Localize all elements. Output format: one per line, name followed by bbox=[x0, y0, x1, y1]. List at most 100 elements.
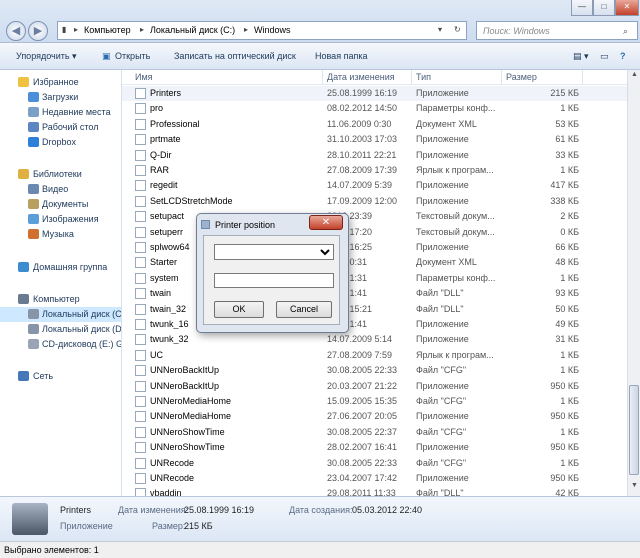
ok-button[interactable]: OK bbox=[214, 301, 264, 318]
file-row[interactable]: vbaddin 29.08.2011 11:33 Файл "DLL" 42 КБ bbox=[122, 486, 627, 496]
back-button[interactable]: ◀ bbox=[6, 21, 26, 41]
nav-item[interactable]: Локальный диск (C:) bbox=[0, 307, 121, 322]
file-type: Текстовый докум... bbox=[416, 226, 495, 237]
file-row[interactable]: pro 08.02.2012 14:50 Параметры конф... 1 КБ bbox=[122, 101, 627, 116]
file-row[interactable]: UNNeroMediaHome 27.06.2007 20:05 Приложени… bbox=[122, 409, 627, 424]
nav-item[interactable]: CD-дисковод (E:) GR bbox=[0, 337, 121, 352]
file-name: regedit bbox=[150, 180, 178, 191]
nav-item[interactable]: Документы bbox=[0, 197, 121, 212]
file-row[interactable]: UNRecode 23.04.2007 17:42 Приложение 950 КБ bbox=[122, 471, 627, 486]
file-row[interactable]: UNRecode 30.08.2005 22:33 Файл "CFG" 1 КБ bbox=[122, 456, 627, 471]
file-row[interactable]: regedit 14.07.2009 5:39 Приложение 417 КБ bbox=[122, 178, 627, 193]
file-type: Документ XML bbox=[416, 257, 477, 268]
refresh-icon[interactable]: ↻ bbox=[454, 25, 461, 34]
help-icon[interactable]: ? bbox=[620, 51, 626, 61]
column-divider[interactable] bbox=[411, 70, 412, 84]
file-icon bbox=[135, 257, 146, 269]
view-options-icon[interactable]: ▤ ▾ bbox=[573, 51, 589, 62]
file-row[interactable]: Q-Dir 28.10.2011 22:21 Приложение 33 КБ bbox=[122, 148, 627, 163]
column-divider[interactable] bbox=[501, 70, 502, 84]
nav-item[interactable]: Изображения bbox=[0, 212, 121, 227]
search-input[interactable]: Поиск: Windows ⌕ bbox=[476, 21, 638, 40]
file-row[interactable]: RAR 27.08.2009 17:39 Ярлык к програм... 1 К… bbox=[122, 163, 627, 178]
address-bar-area: — □ ✕ ◀ ▶ ▮ ▸ Компьютер ▸ Локальный диск… bbox=[0, 0, 640, 43]
file-type: Приложение bbox=[416, 88, 469, 98]
cancel-button[interactable]: Cancel bbox=[276, 301, 332, 318]
details-file-name: Printers bbox=[60, 505, 92, 515]
nav-item[interactable]: Домашняя группа bbox=[0, 260, 121, 275]
breadcrumb-drive[interactable]: Локальный диск (C:) bbox=[150, 25, 235, 35]
column-header-date[interactable]: Дата изменения bbox=[327, 72, 395, 82]
file-type: Параметры конф... bbox=[416, 103, 496, 114]
column-header-size[interactable]: Размер bbox=[506, 72, 537, 82]
file-size: 42 КБ bbox=[555, 488, 579, 496]
column-header-name[interactable]: Имя bbox=[135, 72, 153, 82]
nav-item[interactable]: Локальный диск (D:) bbox=[0, 322, 121, 337]
open-button[interactable]: Открыть bbox=[115, 51, 150, 61]
file-type: Параметры конф... bbox=[416, 272, 496, 283]
preview-pane-icon[interactable]: ▭ bbox=[600, 51, 609, 62]
nav-item[interactable]: Компьютер bbox=[0, 292, 121, 307]
nav-item-label: Локальный диск (C:) bbox=[42, 309, 122, 319]
vertical-scrollbar[interactable]: ▲ ▼ bbox=[627, 70, 640, 496]
nav-item[interactable]: Сеть bbox=[0, 369, 121, 384]
close-window-button[interactable]: ✕ bbox=[615, 0, 639, 16]
file-name: twunk_32 bbox=[150, 334, 189, 345]
nav-item[interactable]: Библиотеки bbox=[0, 167, 121, 182]
nav-item[interactable]: Видео bbox=[0, 182, 121, 197]
file-type: Приложение bbox=[416, 195, 469, 206]
column-header-type[interactable]: Тип bbox=[416, 72, 431, 82]
dialog-close-button[interactable]: ✕ bbox=[309, 215, 343, 230]
file-row[interactable]: UC 27.08.2009 7:59 Ярлык к програм... 1 КБ bbox=[122, 348, 627, 363]
file-type: Текстовый докум... bbox=[416, 211, 495, 222]
burn-button[interactable]: Записать на оптический диск bbox=[174, 51, 296, 61]
file-row[interactable]: UNNeroMediaHome 15.09.2005 15:35 Файл "CFG… bbox=[122, 394, 627, 409]
nav-item[interactable]: Загрузки bbox=[0, 90, 121, 105]
file-size: 1 КБ bbox=[560, 272, 579, 283]
file-size: 61 КБ bbox=[555, 134, 579, 145]
column-divider[interactable] bbox=[582, 70, 583, 84]
file-row[interactable]: UNNeroBackItUp 30.08.2005 22:33 Файл "CFG"… bbox=[122, 363, 627, 378]
maximize-button[interactable]: □ bbox=[593, 0, 615, 16]
file-row[interactable]: UNNeroShowTime 30.08.2005 22:37 Файл "CFG"… bbox=[122, 425, 627, 440]
file-row[interactable]: Professional 11.06.2009 0:30 Документ XML 5… bbox=[122, 117, 627, 132]
file-icon bbox=[135, 457, 146, 469]
file-row[interactable]: prtmate 31.10.2003 17:03 Приложение 61 КБ bbox=[122, 132, 627, 147]
details-size-value: 215 КБ bbox=[184, 521, 213, 531]
scrollbar-thumb[interactable] bbox=[629, 385, 639, 475]
minimize-button[interactable]: — bbox=[571, 0, 593, 16]
file-name: pro bbox=[150, 103, 164, 114]
dropdown-arrow-icon[interactable]: ▾ bbox=[438, 25, 442, 34]
nav-item-label: Избранное bbox=[33, 77, 79, 87]
libraries-icon bbox=[18, 169, 29, 179]
file-date: 27.08.2009 7:59 bbox=[327, 349, 393, 360]
new-folder-button[interactable]: Новая папка bbox=[315, 51, 367, 61]
file-name: Printers bbox=[150, 88, 182, 98]
nav-item[interactable]: Рабочий стол bbox=[0, 120, 121, 135]
forward-button[interactable]: ▶ bbox=[28, 21, 48, 41]
nav-item[interactable]: Недавние места bbox=[0, 105, 121, 120]
nav-item[interactable]: Музыка bbox=[0, 227, 121, 242]
file-row[interactable]: UNNeroBackItUp 20.03.2007 21:22 Приложение… bbox=[122, 379, 627, 394]
file-row[interactable]: Printers 25.08.1999 16:19 Приложение 215 КБ bbox=[122, 86, 627, 101]
breadcrumb-windows[interactable]: Windows bbox=[254, 25, 291, 35]
file-row[interactable]: twunk_32 14.07.2009 5:14 Приложение 31 КБ bbox=[122, 332, 627, 347]
chevron-right-icon: ▸ bbox=[140, 25, 145, 34]
nav-item[interactable]: Избранное bbox=[0, 75, 121, 90]
scroll-down-arrow-icon[interactable]: ▼ bbox=[629, 482, 640, 494]
details-created-value: 05.03.2012 22:40 bbox=[352, 505, 423, 515]
nav-item[interactable]: Dropbox bbox=[0, 135, 121, 150]
file-row[interactable]: SetLCDStretchMode 17.09.2009 12:00 Приложе… bbox=[122, 194, 627, 209]
printer-position-select[interactable] bbox=[214, 244, 334, 260]
scroll-up-arrow-icon[interactable]: ▲ bbox=[629, 71, 640, 83]
file-size: 1 КБ bbox=[560, 349, 579, 360]
organize-button[interactable]: Упорядочить ▾ bbox=[16, 51, 77, 62]
address-box[interactable]: ▮ ▸ Компьютер ▸ Локальный диск (C:) ▸ Wi… bbox=[57, 21, 467, 40]
video-library-icon bbox=[28, 184, 39, 194]
file-row[interactable]: UNNeroShowTime 28.02.2007 16:41 Приложение… bbox=[122, 440, 627, 455]
column-divider[interactable] bbox=[322, 70, 323, 84]
status-selected-count: Выбрано элементов: 1 bbox=[4, 545, 99, 555]
file-icon bbox=[135, 180, 146, 192]
printer-position-input[interactable] bbox=[214, 273, 334, 288]
breadcrumb-computer[interactable]: Компьютер bbox=[84, 25, 131, 35]
